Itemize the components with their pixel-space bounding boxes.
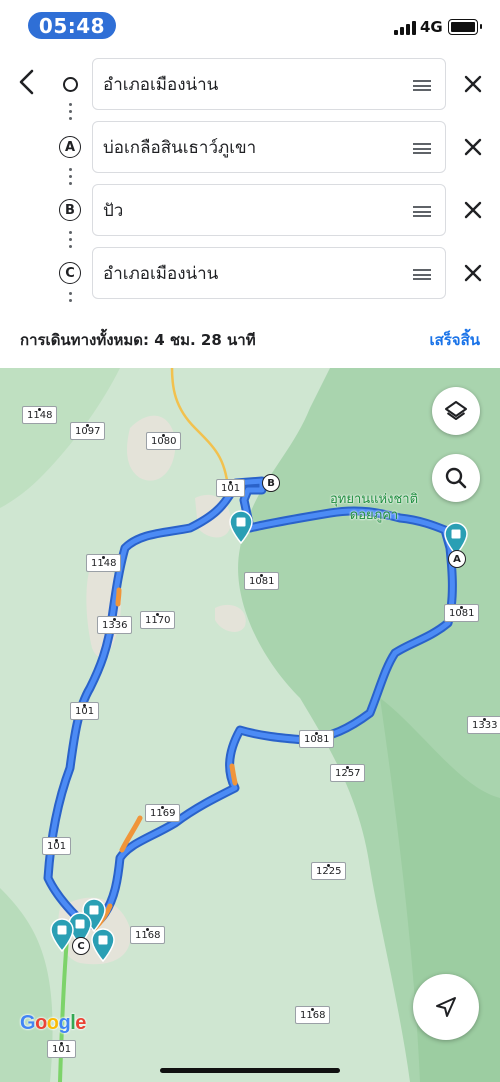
- status-time: 05:48: [28, 12, 116, 39]
- route-dots: [68, 231, 72, 248]
- road-shield: 1081: [444, 604, 480, 622]
- road-shield: 101: [47, 1040, 77, 1058]
- road-shield: 1148: [86, 554, 122, 572]
- park-label: อุทยานแห่งชาติ ดอยภูคา: [330, 492, 419, 523]
- network-type: 4G: [420, 18, 443, 36]
- remove-stop-b-button[interactable]: [458, 195, 488, 225]
- stop-c-field[interactable]: อำเภอเมืองน่าน: [92, 247, 446, 299]
- drag-handle-icon[interactable]: [413, 269, 431, 280]
- road-shield: 1080: [146, 432, 182, 450]
- done-button[interactable]: เสร็จสิ้น: [429, 328, 480, 352]
- stop-a-letter: A: [59, 136, 81, 158]
- waypoint-marker-b[interactable]: B: [262, 474, 280, 492]
- drag-handle-icon[interactable]: [413, 80, 431, 91]
- search-icon: [445, 467, 467, 489]
- close-icon: [464, 201, 482, 219]
- drag-handle-icon[interactable]: [413, 206, 431, 217]
- road-shield: 101: [70, 702, 100, 720]
- remove-stop-c-button[interactable]: [458, 258, 488, 288]
- road-shield: 101: [42, 837, 72, 855]
- route-dots: [68, 292, 72, 302]
- back-arrow-icon: [19, 69, 34, 95]
- road-shield: 1148: [22, 406, 58, 424]
- road-shield: 1333: [467, 716, 500, 734]
- stop-c-label: อำเภอเมืองน่าน: [103, 263, 219, 284]
- waypoint-marker-a[interactable]: A: [448, 550, 466, 568]
- road-shield: 1168: [130, 926, 166, 944]
- close-icon: [464, 138, 482, 156]
- road-shield: 1225: [311, 862, 347, 880]
- road-shield: 1081: [244, 572, 280, 590]
- recenter-button[interactable]: [413, 974, 479, 1040]
- back-button[interactable]: [10, 62, 44, 102]
- origin-marker: [52, 77, 88, 92]
- layers-icon: [445, 401, 467, 420]
- stop-a-field[interactable]: บ่อเกลือสินเธาว์ภูเขา: [92, 121, 446, 173]
- remove-stop-origin-button[interactable]: [458, 69, 488, 99]
- stop-a-label: บ่อเกลือสินเธาว์ภูเขา: [103, 137, 257, 158]
- drag-handle-icon[interactable]: [413, 143, 431, 154]
- home-indicator[interactable]: [160, 1068, 340, 1073]
- road-shield: 1169: [145, 804, 181, 822]
- close-icon: [464, 75, 482, 93]
- stop-b-letter: B: [59, 199, 81, 221]
- stop-c-letter: C: [59, 262, 81, 284]
- route-dots: [68, 103, 72, 120]
- road-shield: 101: [216, 479, 246, 497]
- road-shield: 1168: [295, 1006, 331, 1024]
- stop-origin-field[interactable]: อำเภอเมืองน่าน: [92, 58, 446, 110]
- waypoint-marker-c[interactable]: C: [72, 937, 90, 955]
- map-view[interactable]: อุทยานแห่งชาติ ดอยภูคา 1148 1097 1080 10…: [0, 368, 500, 1082]
- map-canvas: [0, 368, 500, 1082]
- stop-origin-label: อำเภอเมืองน่าน: [103, 74, 219, 95]
- stop-c-marker: C: [52, 262, 88, 284]
- battery-icon: [448, 19, 482, 35]
- navigation-arrow-icon: [436, 997, 456, 1017]
- road-shield: 1257: [330, 764, 366, 782]
- route-dots: [68, 168, 72, 185]
- signal-icon: [394, 21, 416, 35]
- status-bar: 05:48 4G: [0, 0, 500, 50]
- road-shield: 1336: [97, 616, 133, 634]
- search-along-route-button[interactable]: [432, 454, 480, 502]
- map-pin-icon[interactable]: [228, 510, 254, 544]
- stop-b-label: ปัว: [103, 200, 124, 221]
- layers-button[interactable]: [432, 387, 480, 435]
- stop-a-marker: A: [52, 136, 88, 158]
- stop-b-marker: B: [52, 199, 88, 221]
- road-shield: 1170: [140, 611, 176, 629]
- stop-b-field[interactable]: ปัว: [92, 184, 446, 236]
- road-shield: 1081: [299, 730, 335, 748]
- road-shield: 1097: [70, 422, 106, 440]
- remove-stop-a-button[interactable]: [458, 132, 488, 162]
- map-pin-icon[interactable]: [90, 928, 116, 962]
- total-duration: การเดินทางทั้งหมด: 4 ชม. 28 นาที: [20, 331, 256, 349]
- close-icon: [464, 264, 482, 282]
- origin-circle-icon: [62, 77, 78, 92]
- google-logo: Google: [20, 1012, 86, 1034]
- trip-summary: การเดินทางทั้งหมด: 4 ชม. 28 นาที เสร็จสิ…: [0, 316, 500, 366]
